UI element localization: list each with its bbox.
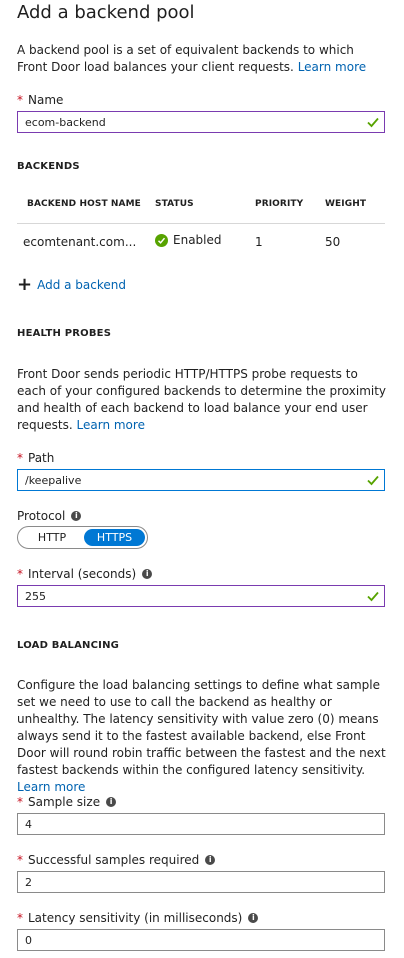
add-backend-label: Add a backend	[37, 278, 127, 292]
checkmark-icon	[367, 117, 379, 128]
name-label: * Name	[17, 93, 63, 107]
info-icon[interactable]: i	[142, 569, 153, 579]
backend-host-cell[interactable]: ecomtenant.com...	[23, 235, 136, 249]
required-marker: *	[17, 567, 23, 581]
column-header-host: BACKEND HOST NAME	[27, 199, 141, 209]
successful-samples-input[interactable]: 2	[17, 871, 385, 893]
protocol-toggle: HTTP HTTPS	[17, 526, 148, 549]
protocol-option-https[interactable]: HTTPS	[84, 529, 145, 546]
info-icon[interactable]: i	[71, 511, 82, 521]
latency-value: 0	[25, 933, 32, 947]
health-learn-more-link[interactable]: Learn more	[77, 418, 145, 432]
add-backend-pool-panel: Add a backend pool A backend pool is a s…	[0, 0, 404, 958]
name-input-value: ecom-backend	[25, 115, 106, 129]
path-label-text: Path	[28, 451, 55, 465]
protocol-label-text: Protocol	[17, 509, 66, 523]
latency-label: * Latency sensitivity (in milliseconds) …	[17, 911, 259, 925]
name-label-text: Name	[28, 93, 64, 107]
name-input[interactable]: ecom-backend	[17, 111, 385, 133]
interval-input-value: 255	[25, 589, 46, 603]
health-probes-text: Front Door sends periodic HTTP/HTTPS pro…	[17, 367, 387, 432]
sample-size-label-text: Sample size	[28, 795, 101, 809]
load-balancing-text: Configure the load balancing settings to…	[17, 678, 386, 777]
info-icon[interactable]: i	[205, 855, 216, 865]
sample-size-value: 4	[25, 817, 32, 831]
required-marker: *	[17, 93, 23, 107]
path-input-value: /keepalive	[25, 473, 82, 487]
latency-label-text: Latency sensitivity (in milliseconds)	[28, 911, 243, 925]
page-title: Add a backend pool	[17, 2, 195, 23]
plus-icon: +	[17, 274, 33, 295]
load-balancing-learn-more-link[interactable]: Learn more	[17, 780, 85, 794]
required-marker: *	[17, 911, 23, 925]
backend-status-cell: Enabled	[155, 233, 222, 247]
status-text: Enabled	[173, 233, 222, 247]
protocol-option-http[interactable]: HTTP	[22, 529, 82, 546]
load-balancing-paragraph: Configure the load balancing settings to…	[17, 677, 387, 796]
successful-samples-label-text: Successful samples required	[28, 853, 200, 867]
sample-size-label: * Sample size i	[17, 795, 117, 809]
interval-label-text: Interval (seconds)	[28, 567, 137, 581]
enabled-check-icon	[155, 233, 168, 247]
required-marker: *	[17, 795, 23, 809]
interval-label: * Interval (seconds) i	[17, 567, 153, 581]
column-header-priority: PRIORITY	[255, 199, 304, 209]
table-divider	[17, 223, 385, 224]
required-marker: *	[17, 853, 23, 867]
sample-size-input[interactable]: 4	[17, 813, 385, 835]
intro-paragraph: A backend pool is a set of equivalent ba…	[17, 42, 387, 76]
latency-input[interactable]: 0	[17, 929, 385, 951]
add-backend-button[interactable]: + Add a backend	[17, 276, 126, 294]
intro-learn-more-link[interactable]: Learn more	[298, 60, 366, 74]
health-probes-heading: HEALTH PROBES	[17, 328, 112, 339]
interval-input[interactable]: 255	[17, 585, 385, 607]
protocol-label: Protocol i	[17, 509, 82, 523]
successful-samples-label: * Successful samples required i	[17, 853, 216, 867]
info-icon[interactable]: i	[248, 913, 259, 923]
load-balancing-heading: LOAD BALANCING	[17, 640, 120, 651]
backend-weight-cell: 50	[325, 235, 341, 249]
checkmark-icon	[367, 591, 379, 602]
backend-priority-cell: 1	[255, 235, 263, 249]
successful-samples-value: 2	[25, 875, 32, 889]
column-header-status: STATUS	[155, 199, 194, 209]
health-probes-paragraph: Front Door sends periodic HTTP/HTTPS pro…	[17, 366, 387, 434]
path-label: * Path	[17, 451, 54, 465]
path-input[interactable]: /keepalive	[17, 469, 385, 491]
checkmark-icon	[367, 475, 379, 486]
column-header-weight: WEIGHT	[325, 199, 367, 209]
backends-heading: BACKENDS	[17, 161, 80, 172]
info-icon[interactable]: i	[106, 797, 117, 807]
required-marker: *	[17, 451, 23, 465]
